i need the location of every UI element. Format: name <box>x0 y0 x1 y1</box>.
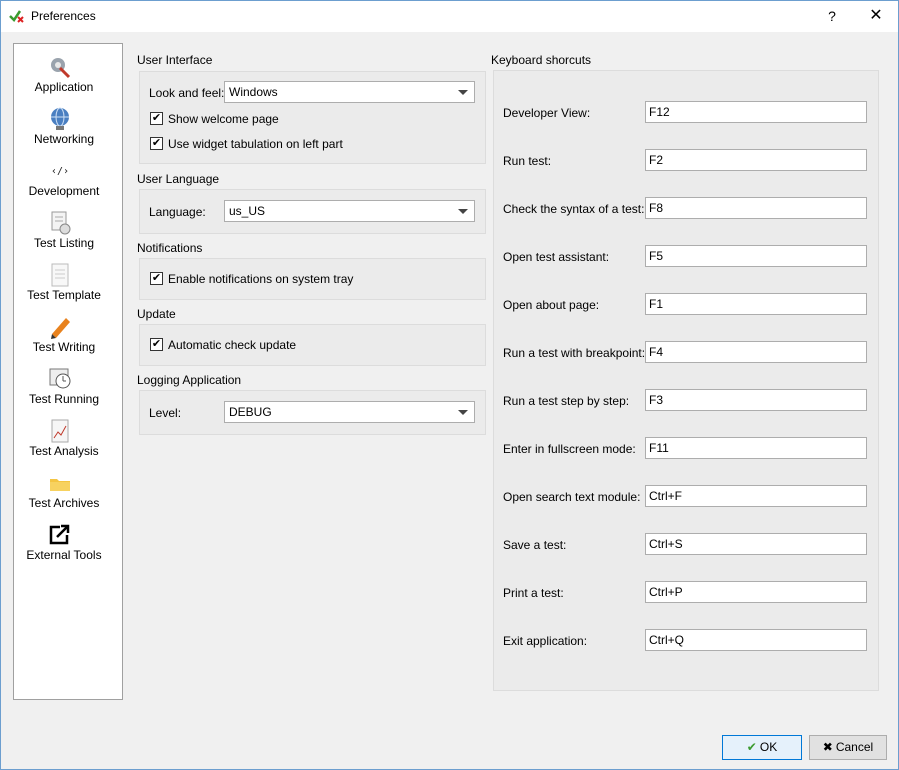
level-value: DEBUG <box>229 405 272 419</box>
chevron-down-icon <box>458 90 468 95</box>
ok-label: OK <box>759 740 778 754</box>
sidebar-item-label: Test Analysis <box>29 444 99 458</box>
sidebar-item-label: Development <box>28 184 100 198</box>
update-heading: Update <box>137 307 176 321</box>
look-feel-value: Windows <box>229 85 278 99</box>
document-template-icon <box>51 263 69 287</box>
shortcut-input[interactable]: F1 <box>645 293 867 315</box>
help-button[interactable]: ? <box>819 4 845 28</box>
shortcut-label: Open test assistant: <box>503 250 610 264</box>
shortcut-input[interactable]: F11 <box>645 437 867 459</box>
shortcut-label: Run test: <box>503 154 552 168</box>
shortcut-input[interactable]: F8 <box>645 197 867 219</box>
look-feel-label: Look and feel: <box>149 86 225 100</box>
chart-analysis-icon <box>51 419 69 443</box>
check-icon: ✔ <box>746 740 757 754</box>
code-icon: ‹/› <box>51 166 69 177</box>
sidebar-item-label: Test Listing <box>33 236 95 250</box>
shortcut-input[interactable]: Ctrl+S <box>645 533 867 555</box>
cancel-x-icon: ✖ <box>822 740 833 754</box>
sidebar-item-label: Application <box>34 80 94 94</box>
external-link-icon <box>49 524 71 545</box>
sidebar-item-development[interactable]: ‹/› Development <box>14 158 122 210</box>
title-bar: Preferences ? ✕ <box>1 1 898 32</box>
shortcut-label: Open about page: <box>503 298 600 312</box>
shortcut-input[interactable]: F4 <box>645 341 867 363</box>
user-interface-heading: User Interface <box>137 53 213 67</box>
sidebar-item-label: Test Writing <box>32 340 96 354</box>
sidebar-item-test-archives[interactable]: Test Archives <box>14 470 122 522</box>
language-label: Language: <box>149 205 206 219</box>
sidebar-item-test-running[interactable]: Test Running <box>14 366 122 418</box>
shortcut-input[interactable]: F12 <box>645 101 867 123</box>
sidebar-item-label: Test Template <box>27 288 101 302</box>
shortcut-input[interactable]: F3 <box>645 389 867 411</box>
shortcut-input[interactable]: F2 <box>645 149 867 171</box>
sidebar-item-test-template[interactable]: Test Template <box>14 262 122 314</box>
sidebar-item-application[interactable]: Application <box>14 54 122 106</box>
cancel-label: Cancel <box>835 740 874 754</box>
sidebar-item-test-listing[interactable]: Test Listing <box>14 210 122 262</box>
shortcut-label: Print a test: <box>503 586 564 600</box>
user-language-heading: User Language <box>137 172 220 186</box>
close-button[interactable]: ✕ <box>861 4 891 28</box>
sidebar-item-networking[interactable]: Networking <box>14 106 122 158</box>
show-welcome-checkbox[interactable]: ✔ <box>150 112 163 125</box>
shortcut-label: Check the syntax of a test: <box>503 202 645 216</box>
clock-running-icon <box>49 368 71 389</box>
level-label: Level: <box>149 406 182 420</box>
sidebar-item-label: Networking <box>33 132 95 146</box>
window-title: Preferences <box>31 9 96 23</box>
auto-update-label: Automatic check update <box>168 338 297 352</box>
shortcut-input[interactable]: F5 <box>645 245 867 267</box>
app-logo-icon <box>9 10 24 23</box>
ok-button[interactable]: ✔ OK <box>722 735 802 760</box>
shortcuts-heading: Keyboard shorcuts <box>491 53 592 67</box>
svg-text:‹/›: ‹/› <box>51 166 69 177</box>
sidebar-item-label: Test Running <box>28 392 100 406</box>
network-globe-icon <box>51 107 69 130</box>
shortcut-label: Exit application: <box>503 634 588 648</box>
sidebar-item-external-tools[interactable]: External Tools <box>14 522 122 574</box>
shortcut-input[interactable]: Ctrl+Q <box>645 629 867 651</box>
sidebar-item-label: Test Archives <box>28 496 100 510</box>
enable-notifications-checkbox[interactable]: ✔ <box>150 272 163 285</box>
widget-tabulation-checkbox[interactable]: ✔ <box>150 137 163 150</box>
cancel-button[interactable]: ✖ Cancel <box>809 735 887 760</box>
enable-notifications-label: Enable notifications on system tray <box>168 272 354 286</box>
sidebar-item-label: External Tools <box>26 548 102 562</box>
shortcut-label: Developer View: <box>503 106 591 120</box>
show-welcome-label: Show welcome page <box>168 112 279 126</box>
level-select[interactable]: DEBUG <box>224 401 475 423</box>
application-icon <box>51 58 71 79</box>
shortcut-input[interactable]: Ctrl+P <box>645 581 867 603</box>
preferences-dialog: Preferences ? ✕ Application Networking ‹… <box>0 0 899 770</box>
shortcut-input[interactable]: Ctrl+F <box>645 485 867 507</box>
shortcut-label: Run a test with breakpoint: <box>503 346 646 360</box>
language-value: us_US <box>229 204 266 218</box>
sidebar-item-test-analysis[interactable]: Test Analysis <box>14 418 122 470</box>
chevron-down-icon <box>458 209 468 214</box>
sidebar-item-test-writing[interactable]: Test Writing <box>14 314 122 366</box>
shortcut-label: Run a test step by step: <box>503 394 630 408</box>
auto-update-checkbox[interactable]: ✔ <box>150 338 163 351</box>
shortcut-label: Save a test: <box>503 538 567 552</box>
shortcut-label: Open search text module: <box>503 490 641 504</box>
look-feel-select[interactable]: Windows <box>224 81 475 103</box>
notifications-heading: Notifications <box>137 241 203 255</box>
chevron-down-icon <box>458 410 468 415</box>
test-listing-icon <box>51 211 71 235</box>
folder-icon <box>50 479 70 491</box>
shortcut-label: Enter in fullscreen mode: <box>503 442 636 456</box>
language-select[interactable]: us_US <box>224 200 475 222</box>
preferences-sidebar: Application Networking ‹/› Development T… <box>13 43 123 700</box>
pencil-icon <box>51 318 70 339</box>
logging-heading: Logging Application <box>137 373 242 387</box>
widget-tabulation-label: Use widget tabulation on left part <box>168 137 343 151</box>
